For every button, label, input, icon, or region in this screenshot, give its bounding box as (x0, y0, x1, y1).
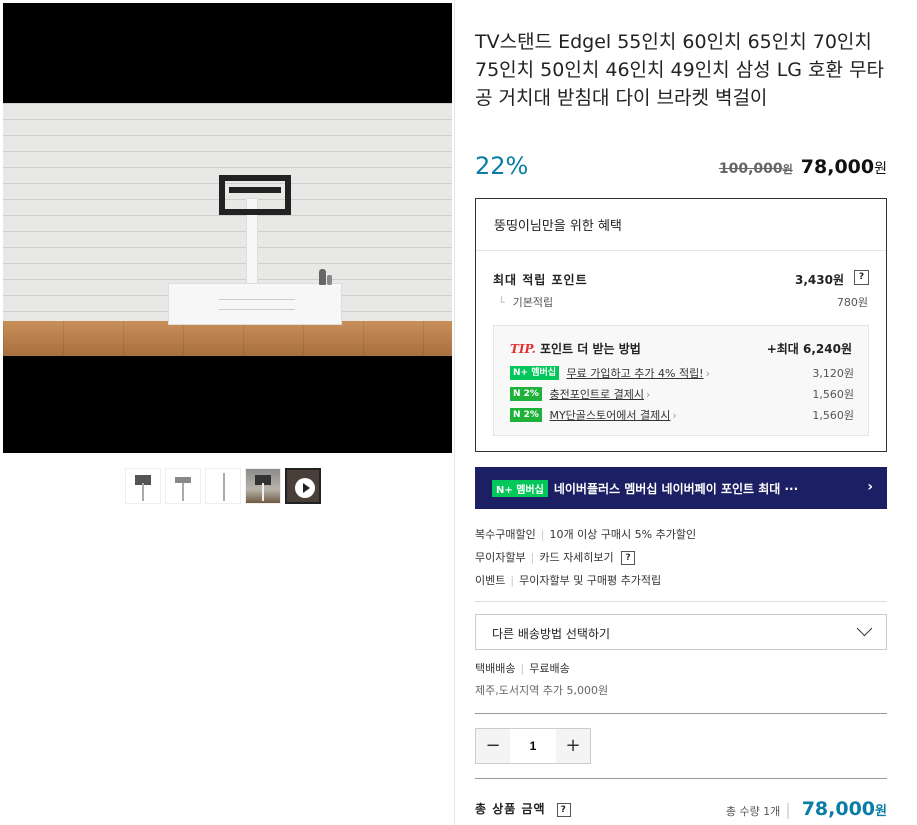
multi-discount-row: 복수구매할인 | 10개 이상 구매시 5% 추가할인 (475, 528, 697, 541)
tip-amount: 1,560원 (812, 409, 854, 422)
tip-title: TIP. 포인트 더 받는 방법 (510, 342, 641, 356)
price-row: 100,000원 78,000원 (719, 156, 887, 178)
thumbnail-4[interactable] (245, 468, 281, 504)
thumbnail-3[interactable] (205, 468, 241, 504)
help-icon[interactable]: ? (621, 551, 636, 565)
minus-button[interactable]: − (476, 729, 510, 763)
divider (475, 601, 887, 602)
membership-banner[interactable]: N+ 멤버십 네이버플러스 멤버십 네이버페이 포인트 최대 ··· › (475, 467, 887, 509)
thumbnail-list (125, 468, 321, 504)
card-detail-link[interactable]: 카드 자세히보기 (539, 551, 613, 564)
divider (475, 713, 887, 714)
thumbnail-video[interactable] (285, 468, 321, 504)
help-icon[interactable]: ? (854, 270, 869, 285)
chevron-right-icon: › (705, 366, 710, 380)
divider (475, 778, 887, 779)
shipping-info-row: 택배배송 | 무료배송 (475, 662, 570, 675)
product-scene-image (3, 103, 452, 356)
total-quantity: 총 수량 1개 (725, 805, 781, 818)
naver-2-badge: N 2% (510, 387, 542, 401)
total-price: 78,000원 (801, 798, 887, 820)
tip-row: N+ 멤버십 무료 가입하고 추가 4% 적립! › 3,120원 (510, 365, 854, 381)
chevron-right-icon: › (867, 479, 873, 495)
benefit-box: 뚱띵이님만을 위한 혜택 최대 적립 포인트 3,430원 ? └ 기본적립 78… (475, 198, 887, 452)
shipping-extra: 제주,도서지역 추가 5,000원 (475, 684, 609, 697)
product-title: TV스탠드 Edgel 55인치 60인치 65인치 70인치 75인치 50인… (475, 31, 885, 109)
thumbnail-1[interactable] (125, 468, 161, 504)
tip-link[interactable]: 무료 가입하고 추가 4% 적립! (567, 367, 704, 380)
tv-mount-bracket (219, 175, 291, 215)
tip-max: +최대 6,240원 (766, 342, 852, 356)
tip-row: N 2% 충전포인트로 결제시 › 1,560원 (510, 386, 854, 402)
product-video[interactable] (3, 3, 452, 453)
vase (319, 269, 326, 285)
total-label: 총 상품 금액 ? (475, 800, 571, 817)
quantity-input[interactable] (510, 729, 556, 763)
gallery-panel (0, 0, 455, 825)
tip-amount: 3,120원 (812, 367, 854, 380)
shipping-method-select[interactable]: 다른 배송방법 선택하기 (475, 614, 887, 650)
base-points-value: 780원 (836, 296, 868, 309)
tip-link[interactable]: 충전포인트로 결제시 (549, 388, 644, 401)
tip-box: TIP. 포인트 더 받는 방법 +최대 6,240원 N+ 멤버십 무료 가입… (493, 325, 869, 436)
benefit-header: 뚱띵이님만을 위한 혜택 (476, 199, 886, 251)
original-price: 100,000원 (718, 161, 793, 177)
play-icon (295, 478, 315, 498)
naver-plus-badge: N+ 멤버십 (510, 366, 560, 380)
thumbnail-2[interactable] (165, 468, 201, 504)
max-points-label: 최대 적립 포인트 (493, 273, 588, 287)
total-summary: 총 수량 1개 | 78,000원 (725, 798, 887, 820)
tip-link[interactable]: MY단골스토어에서 결제시 (549, 409, 670, 422)
discount-rate: 22% (475, 152, 529, 180)
help-icon[interactable]: ? (556, 802, 571, 817)
tip-amount: 1,560원 (812, 388, 854, 401)
base-points-label: └ 기본적립 (498, 296, 554, 309)
tip-row: N 2% MY단골스토어에서 결제시 › 1,560원 (510, 407, 854, 423)
chevron-down-icon (856, 620, 873, 637)
installment-row: 무이자할부 | 카드 자세히보기 ? (475, 549, 636, 565)
max-points-value: 3,430원 (795, 273, 844, 287)
vase (327, 275, 332, 285)
naver-2-badge: N 2% (510, 408, 542, 422)
plus-button[interactable]: + (556, 729, 590, 763)
tv-cabinet (168, 283, 342, 325)
sale-price: 78,000원 (800, 156, 887, 178)
naver-plus-badge: N+ 멤버십 (492, 479, 548, 497)
chevron-right-icon: › (672, 408, 677, 422)
event-row: 이벤트 | 무이자할부 및 구매평 추가적립 (475, 574, 662, 587)
quantity-stepper: − + (475, 728, 591, 764)
chevron-right-icon: › (646, 387, 651, 401)
banner-text: 네이버플러스 멤버십 네이버페이 포인트 최대 ··· (553, 481, 799, 496)
